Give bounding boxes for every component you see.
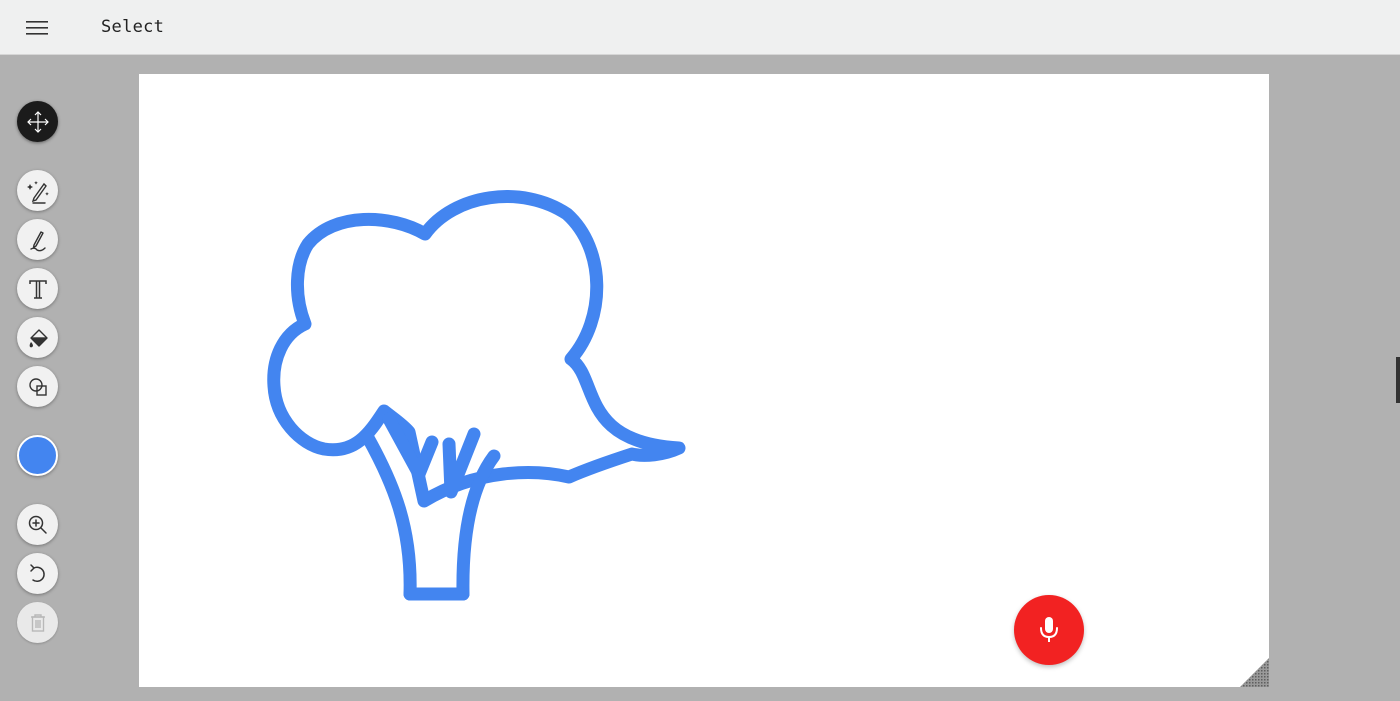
color-picker-swatch[interactable]: [17, 435, 58, 476]
shapes-icon: [28, 377, 47, 396]
text-t-icon: [28, 279, 47, 299]
move-arrows-icon: [26, 110, 49, 133]
microphone-icon: [1040, 617, 1058, 642]
autodraw-button[interactable]: [17, 170, 58, 211]
paint-bucket-icon: [29, 328, 48, 347]
zoom-button[interactable]: [17, 504, 58, 545]
top-bar: Select: [0, 0, 1400, 55]
trash-icon: [30, 613, 45, 632]
delete-button[interactable]: [17, 602, 58, 643]
zoom-in-icon: [28, 515, 47, 534]
fill-button[interactable]: [17, 317, 58, 358]
hamburger-menu-button[interactable]: [22, 15, 52, 41]
canvas-resize-handle[interactable]: [1240, 658, 1269, 687]
draw-button[interactable]: [17, 219, 58, 260]
text-tool-button[interactable]: [17, 268, 58, 309]
shape-button[interactable]: [17, 366, 58, 407]
magic-pencil-icon: [26, 180, 49, 204]
pencil-icon: [29, 230, 46, 251]
broccoli-drawing[interactable]: [139, 74, 1269, 687]
drawing-canvas[interactable]: [139, 74, 1269, 687]
undo-icon: [29, 563, 45, 582]
microphone-button[interactable]: [1014, 595, 1084, 665]
hamburger-menu-icon: [26, 21, 48, 35]
undo-button[interactable]: [17, 553, 58, 594]
scrollbar-edge[interactable]: [1396, 357, 1400, 403]
broccoli-crown-outline: [267, 190, 686, 508]
page-title: Select: [101, 17, 165, 37]
select-move-button[interactable]: [17, 101, 58, 142]
